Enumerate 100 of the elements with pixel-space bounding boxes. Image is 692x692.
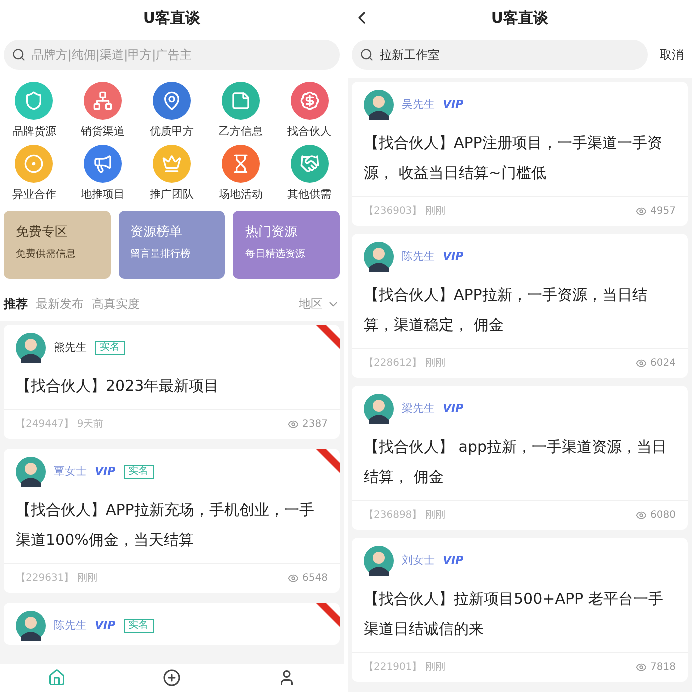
search-icon xyxy=(12,48,26,62)
money-icon xyxy=(300,91,320,111)
post-meta: 【249447】 9天前 xyxy=(16,418,104,432)
post-card[interactable]: 熊先生 实名 【找合伙人】2023年最新项目 【249447】 9天前 2387 xyxy=(4,325,340,439)
add-icon[interactable] xyxy=(162,669,181,687)
category-icon[interactable] xyxy=(222,144,260,182)
avatar-icon xyxy=(364,546,394,576)
crown-icon xyxy=(162,154,182,174)
post-meta: 【221901】 刚刚 xyxy=(364,660,446,675)
cancel-button[interactable]: 取消 xyxy=(656,46,688,64)
verified-tag: 实名 xyxy=(95,341,125,355)
post-text: 【找合伙人】2023年最新项目 xyxy=(15,376,220,397)
category-label[interactable]: 乙方信息 xyxy=(218,124,263,140)
category-icon[interactable] xyxy=(222,82,260,120)
category-icon[interactable] xyxy=(290,82,329,120)
category-label[interactable]: 异业合作 xyxy=(12,186,56,203)
avatar-icon xyxy=(364,242,394,272)
view-count: 6080 xyxy=(650,509,676,523)
post-text: 【找合伙人】拉新项目500+APP 老平台一手渠道日结诚信的来 xyxy=(363,589,664,640)
category-label[interactable]: 场地活动 xyxy=(218,186,263,203)
network-icon xyxy=(93,91,114,111)
category-icon[interactable] xyxy=(84,144,122,182)
home-icon[interactable] xyxy=(48,669,66,687)
post-text: 【找合伙人】 app拉新，一手渠道资源，当日结算， 佣金 xyxy=(363,437,668,488)
category-icon[interactable] xyxy=(152,144,191,182)
post-meta: 【228612】 刚刚 xyxy=(364,356,446,371)
view-count: 4957 xyxy=(650,205,676,219)
avatar-icon xyxy=(364,394,394,424)
category-icon[interactable] xyxy=(15,82,54,120)
banner-subtitle: 每日精选资源 xyxy=(245,248,306,262)
vip-label: VIP xyxy=(443,96,464,113)
post-meta: 【229631】 刚刚 xyxy=(16,572,98,586)
author-name: 陈先生 xyxy=(54,618,87,634)
vip-label: VIP xyxy=(443,248,464,265)
category-label[interactable]: 销货渠道 xyxy=(81,124,126,140)
category-label[interactable]: 优质甲方 xyxy=(150,124,194,140)
views-icon xyxy=(636,206,647,217)
filter-tab[interactable]: 推荐 xyxy=(4,295,28,313)
search-field[interactable]: 品牌方|纯佣|渠道|甲方|广告主 xyxy=(4,40,340,70)
vip-label: VIP xyxy=(443,552,464,569)
search-field[interactable]: 拉新工作室 xyxy=(352,40,648,70)
avatar-icon xyxy=(16,333,46,363)
post-meta: 【236903】 刚刚 xyxy=(364,204,446,219)
views-icon xyxy=(636,510,647,521)
author-name: 吴先生 xyxy=(402,96,435,113)
category-label[interactable]: 地推项目 xyxy=(81,186,126,203)
promo-banner[interactable]: 免费专区 免费供需信息 xyxy=(4,211,111,279)
post-text: 【找合伙人】APP拉新充场，手机创业，一手渠道100%佣金，当天结算 xyxy=(15,500,316,551)
handshake-icon xyxy=(300,154,320,174)
category-label[interactable]: 找合伙人 xyxy=(288,124,332,140)
banner-subtitle: 留言量排行榜 xyxy=(130,248,192,262)
category-label[interactable]: 推广团队 xyxy=(150,186,194,203)
author-name: 熊先生 xyxy=(54,340,87,356)
view-count: 2387 xyxy=(302,418,328,432)
post-card[interactable]: 陈先生 VIP 实名 xyxy=(4,603,340,645)
verified-tag: 实名 xyxy=(124,465,154,479)
avatar-icon xyxy=(16,611,46,641)
banner-title: 资源榜单 xyxy=(130,224,184,242)
author-name: 梁先生 xyxy=(402,400,435,417)
post-text: 【找合伙人】APP注册项目，一手渠道一手资源， 收益当日结算~门槛低 xyxy=(363,133,664,184)
views-icon xyxy=(288,573,299,584)
author-name: 刘女士 xyxy=(402,552,435,569)
post-card[interactable]: 刘女士 VIP 【找合伙人】拉新项目500+APP 老平台一手渠道日结诚信的来 【221901】 刚刚 7818 xyxy=(352,538,688,682)
post-card[interactable]: 陈先生 VIP 【找合伙人】APP拉新，一手资源，当日结算，渠道稳定， 佣金 【228612】 刚刚 6024 xyxy=(352,234,688,378)
category-label[interactable]: 品牌货源 xyxy=(12,124,56,140)
search-icon xyxy=(360,48,374,62)
post-card[interactable]: 梁先生 VIP 【找合伙人】 app拉新，一手渠道资源，当日结算， 佣金 【236898】 刚刚 6080 xyxy=(352,386,688,530)
note-icon xyxy=(230,91,251,111)
category-icon[interactable] xyxy=(152,82,191,120)
vip-label: VIP xyxy=(443,400,464,417)
shield-icon xyxy=(24,91,44,111)
author-name: 陈先生 xyxy=(402,248,435,265)
views-icon xyxy=(636,662,647,673)
category-icon[interactable] xyxy=(84,82,122,120)
megaphone-icon xyxy=(93,154,114,174)
banner-title: 免费专区 xyxy=(16,224,69,242)
avatar-icon xyxy=(364,90,394,120)
verified-tag: 实名 xyxy=(124,619,154,633)
category-label[interactable]: 其他供需 xyxy=(288,186,332,203)
post-meta: 【236898】 刚刚 xyxy=(364,508,446,523)
view-count: 6024 xyxy=(650,357,676,371)
page-title: U客直谈 xyxy=(142,8,202,29)
avatar-icon xyxy=(16,457,46,487)
post-text: 【找合伙人】APP拉新，一手资源，当日结算，渠道稳定， 佣金 xyxy=(363,285,648,336)
page-title: U客直谈 xyxy=(491,8,549,29)
map-pin-icon xyxy=(162,91,182,111)
author-name: 覃女士 xyxy=(54,464,87,480)
views-icon xyxy=(288,419,299,430)
vip-label: VIP xyxy=(95,464,116,480)
category-icon[interactable] xyxy=(290,144,329,182)
circle-icon xyxy=(24,154,44,174)
category-icon[interactable] xyxy=(15,144,54,182)
post-card[interactable]: 覃女士 VIP 实名 【找合伙人】APP拉新充场，手机创业，一手渠道100%佣金，当天结算 【229631】 刚刚 6548 xyxy=(4,449,340,593)
vip-label: VIP xyxy=(95,618,116,634)
views-icon xyxy=(636,358,647,369)
banner-title: 热门资源 xyxy=(245,224,298,242)
view-count: 6548 xyxy=(302,572,328,586)
view-count: 7818 xyxy=(650,661,676,675)
post-card[interactable]: 吴先生 VIP 【找合伙人】APP注册项目，一手渠道一手资源， 收益当日结算~门槛低 【236903】 刚刚 4957 xyxy=(352,82,688,226)
banner-subtitle: 免费供需信息 xyxy=(16,248,77,262)
